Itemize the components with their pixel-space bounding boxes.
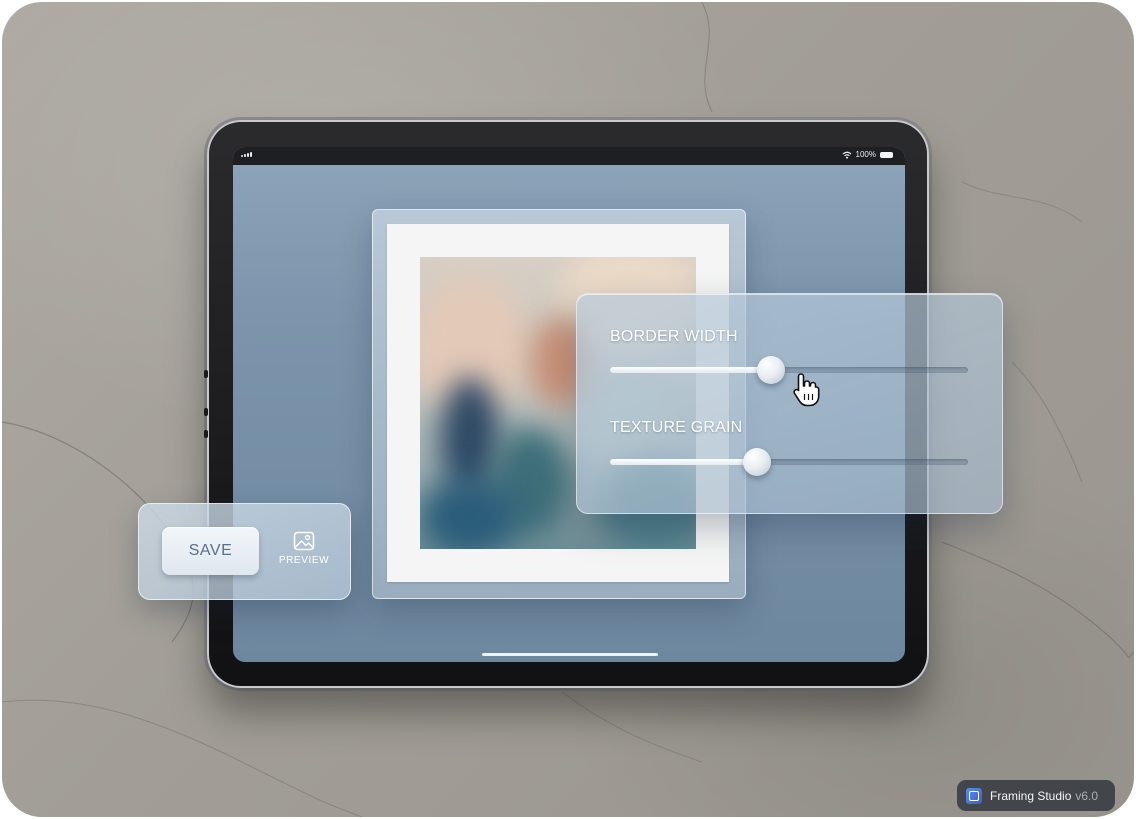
battery-icon	[880, 151, 893, 158]
adjustment-panel: BORDER WIDTH TEXTURE GRAIN	[576, 293, 1003, 514]
signal-icon	[241, 152, 252, 157]
texture-grain-slider-fill	[610, 459, 757, 465]
image-icon	[293, 531, 315, 551]
preview-button[interactable]: PREVIEW	[273, 531, 335, 575]
border-width-slider-fill	[610, 367, 771, 373]
save-button[interactable]: SAVE	[162, 527, 259, 575]
tablet-side-button	[204, 408, 208, 416]
app-logo-icon	[966, 787, 982, 804]
tablet-side-button	[204, 370, 208, 378]
action-panel: SAVE PREVIEW	[138, 503, 351, 600]
tablet-side-button	[204, 430, 208, 438]
border-width-label: BORDER WIDTH	[610, 328, 738, 345]
hand-pointer-cursor-icon	[793, 373, 820, 407]
wifi-icon	[842, 151, 851, 159]
texture-grain-label: TEXTURE GRAIN	[610, 419, 743, 436]
app-badge: Framing Studio v6.0	[957, 780, 1115, 811]
status-bar: 100%	[233, 147, 905, 165]
battery-percent: 100%	[855, 150, 876, 159]
border-width-slider[interactable]	[610, 356, 968, 384]
home-indicator[interactable]	[482, 653, 658, 656]
border-width-slider-thumb[interactable]	[757, 356, 785, 384]
stone-background: 100% BORDER WIDTH TEXTURE GRAIN SAVE PRE…	[2, 2, 1134, 817]
app-version: v6.0	[1075, 788, 1099, 803]
texture-grain-slider[interactable]	[610, 448, 968, 476]
preview-label: PREVIEW	[278, 555, 330, 566]
app-name: Framing Studio	[990, 788, 1072, 803]
texture-grain-slider-thumb[interactable]	[743, 448, 771, 476]
